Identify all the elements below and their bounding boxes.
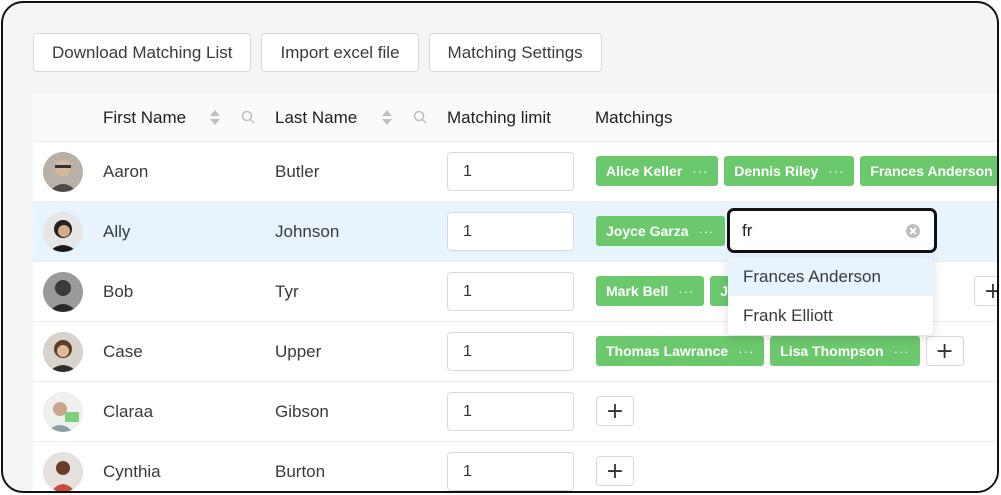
search-results-dropdown: Frances Anderson Frank Elliott [728,257,933,335]
last-name-cell: Tyr [275,282,299,301]
last-name-cell: Upper [275,342,322,361]
matching-tag[interactable]: Thomas Lawrance ··· [596,336,765,366]
first-name-cell: Bob [103,282,134,301]
table-row: Claraa Gibson 1 + [33,382,997,442]
matching-limit-input[interactable]: 1 [447,332,574,371]
matching-tag[interactable]: Joyce Garza ··· [596,216,725,246]
matching-tag[interactable]: Lisa Thompson ··· [770,336,920,366]
avatar [43,212,83,252]
matchings-cell: Joyce Garza ··· [596,216,725,246]
matching-limit-input[interactable]: 1 [447,452,574,491]
tag-more-icon[interactable]: ··· [738,344,754,359]
matchings-cell: + [596,396,634,426]
table-row: Cynthia Burton 1 + [33,442,997,491]
matching-tag[interactable]: Frances Anderson··· [860,156,997,186]
filter-last-name-search-icon[interactable] [413,110,427,124]
clear-icon[interactable] [906,224,920,238]
matching-limit-input[interactable]: 1 [447,152,574,191]
search-result-option[interactable]: Frances Anderson [728,257,933,296]
avatar [43,272,83,312]
search-result-option[interactable]: Frank Elliott [728,296,933,335]
matching-limit-input[interactable]: 1 [447,212,574,251]
avatar [43,392,83,432]
matching-settings-button[interactable]: Matching Settings [428,33,602,72]
column-first-name: First Name [103,107,187,127]
first-name-cell: Aaron [103,162,149,181]
last-name-cell: Burton [275,462,326,481]
import-excel-button[interactable]: Import excel file [261,33,419,72]
tag-more-icon[interactable]: ··· [894,344,910,359]
avatar [43,452,83,491]
table-row: Aaron Butler 1 Alice Keller ··· Dennis Ri… [33,142,997,202]
search-query-text: fr [742,220,753,240]
table-header: First Name Last Name Matching limit Matc… [33,93,997,142]
sort-first-name-icon[interactable] [209,109,221,127]
tag-more-icon[interactable]: ··· [678,284,694,299]
download-matching-list-button[interactable]: Download Matching List [33,33,252,72]
app-window: Download Matching List Import excel file… [1,1,999,493]
add-matching-button[interactable]: + [596,396,634,426]
first-name-cell: Case [103,342,143,361]
last-name-cell: Butler [275,162,320,181]
avatar [43,152,83,192]
filter-first-name-search-icon[interactable] [241,110,255,124]
matching-search-input[interactable]: fr [727,208,937,253]
avatar [43,332,83,372]
first-name-cell: Cynthia [103,462,161,481]
add-matching-button[interactable]: + [974,276,997,306]
toolbar: Download Matching List Import excel file… [33,33,602,72]
column-matching-limit: Matching limit [447,107,551,127]
last-name-cell: Gibson [275,402,329,421]
matching-tag[interactable]: Alice Keller ··· [596,156,719,186]
matching-limit-input[interactable]: 1 [447,392,574,431]
add-matching-button[interactable]: + [925,336,964,366]
matchings-cell: + [596,456,634,486]
matching-limit-input[interactable]: 1 [447,272,574,311]
column-last-name: Last Name [275,107,358,127]
sort-last-name-icon[interactable] [381,109,393,127]
tag-more-icon[interactable]: ··· [699,224,715,239]
last-name-cell: Johnson [275,222,340,241]
tag-more-icon[interactable]: ··· [828,164,844,179]
matchings-cell: Thomas Lawrance ··· Lisa Thompson ··· + [596,336,964,366]
add-matching-button[interactable]: + [596,456,634,486]
first-name-cell: Claraa [103,402,154,421]
matchings-cell: Alice Keller ··· Dennis Riley ··· Frances … [596,156,997,186]
column-matchings: Matchings [595,107,673,127]
first-name-cell: Ally [103,222,131,241]
tag-more-icon[interactable]: ··· [692,164,708,179]
matching-tag[interactable]: Mark Bell ··· [596,276,705,306]
matching-tag[interactable]: Dennis Riley ··· [724,156,855,186]
